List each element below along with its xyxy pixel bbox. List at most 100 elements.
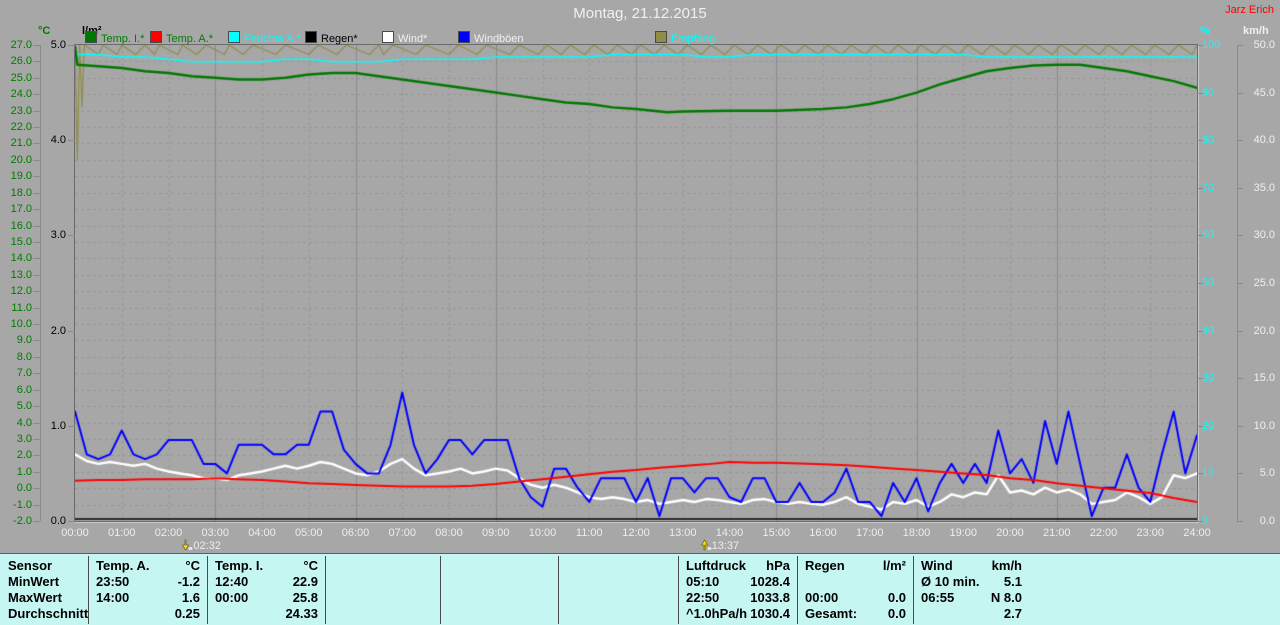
x-axis-label: 13:00 bbox=[665, 527, 701, 539]
table-cell-time: 00:00 bbox=[215, 590, 248, 605]
table-row-label: MaxWert bbox=[8, 590, 62, 605]
x-axis-label: 22:00 bbox=[1086, 527, 1122, 539]
table-cell-time: 00:00 bbox=[805, 590, 838, 605]
axis-tick bbox=[33, 406, 40, 407]
celsius-axis-label: 18.0 bbox=[2, 187, 32, 199]
celsius-axis-label: 17.0 bbox=[2, 203, 32, 215]
table-cell-time: 23:50 bbox=[96, 574, 129, 589]
x-axis-label: 24:00 bbox=[1179, 527, 1215, 539]
celsius-axis-label: 1.0 bbox=[2, 466, 32, 478]
windspeed-axis-label: 20.0 bbox=[1245, 325, 1275, 337]
axis-tick bbox=[1197, 378, 1203, 379]
table-cell-value: 24.33 bbox=[248, 606, 318, 621]
axis-tick bbox=[68, 235, 75, 236]
x-axis-label: 11:00 bbox=[571, 527, 607, 539]
x-axis-label: 16:00 bbox=[805, 527, 841, 539]
x-axis-label: 14:00 bbox=[712, 527, 748, 539]
x-axis-label: 04:00 bbox=[244, 527, 280, 539]
x-axis-label: 05:00 bbox=[291, 527, 327, 539]
axis-tick bbox=[33, 226, 40, 227]
axis-tick bbox=[1237, 521, 1243, 522]
table-col-unit: °C bbox=[130, 558, 200, 573]
x-axis-label: 15:00 bbox=[758, 527, 794, 539]
table-cell-value: 25.8 bbox=[248, 590, 318, 605]
table-col-unit: °C bbox=[248, 558, 318, 573]
axis-tick bbox=[33, 176, 40, 177]
legend-label: Temp. A.* bbox=[166, 33, 213, 45]
x-axis-label: 21:00 bbox=[1039, 527, 1075, 539]
table-col-unit: l/m² bbox=[836, 558, 906, 573]
x-axis-label: 07:00 bbox=[384, 527, 420, 539]
legend-item-2: Temp. A.* bbox=[150, 31, 213, 43]
axis-tick bbox=[1197, 140, 1203, 141]
axis-tick bbox=[33, 111, 40, 112]
legend-swatch-icon bbox=[305, 31, 317, 43]
legend-swatch-icon bbox=[150, 31, 162, 43]
axis-tick bbox=[33, 308, 40, 309]
humidity-axis-label: 50 bbox=[1202, 277, 1228, 289]
humidity-axis-label: 60 bbox=[1202, 229, 1228, 241]
axis-tick bbox=[33, 373, 40, 374]
table-column-divider bbox=[88, 556, 89, 624]
table-row-label: MinWert bbox=[8, 574, 59, 589]
celsius-axis-label: 26.0 bbox=[2, 55, 32, 67]
celsius-axis-label: 8.0 bbox=[2, 351, 32, 363]
table-column-divider bbox=[207, 556, 208, 624]
marker-arrow-up-icon bbox=[700, 539, 712, 551]
table-column-divider bbox=[325, 556, 326, 624]
windspeed-axis-label: 35.0 bbox=[1245, 182, 1275, 194]
celsius-axis-label: 19.0 bbox=[2, 170, 32, 182]
axis-tick bbox=[68, 426, 75, 427]
windspeed-axis-label: 40.0 bbox=[1245, 134, 1275, 146]
axis-tick bbox=[1197, 188, 1203, 189]
x-axis-label: 23:00 bbox=[1132, 527, 1168, 539]
axis-tick bbox=[1197, 45, 1203, 46]
weather-chart-canvas[interactable] bbox=[74, 44, 1198, 522]
celsius-axis-label: 25.0 bbox=[2, 72, 32, 84]
table-cell-value: 0.25 bbox=[130, 606, 200, 621]
axis-tick bbox=[33, 390, 40, 391]
axis-tick bbox=[68, 331, 75, 332]
wind-axis-header: km/h bbox=[1243, 25, 1269, 37]
table-col-unit: hPa bbox=[720, 558, 790, 573]
summary-table: SensorMinWertMaxWertDurchschnittTemp. A.… bbox=[0, 553, 1280, 625]
celsius-axis-label: 2.0 bbox=[2, 449, 32, 461]
windspeed-axis-label: 45.0 bbox=[1245, 87, 1275, 99]
celsius-axis-label: 4.0 bbox=[2, 417, 32, 429]
celsius-axis-label: 20.0 bbox=[2, 154, 32, 166]
windspeed-axis-label: 50.0 bbox=[1245, 39, 1275, 51]
celsius-axis-label: 13.0 bbox=[2, 269, 32, 281]
axis-tick bbox=[1197, 331, 1203, 332]
table-cell-value: 5.1 bbox=[952, 574, 1022, 589]
axis-tick bbox=[33, 94, 40, 95]
x-axis-label: 20:00 bbox=[992, 527, 1028, 539]
axis-tick bbox=[33, 455, 40, 456]
legend-swatch-icon bbox=[228, 31, 240, 43]
humidity-axis-label: 100 bbox=[1202, 39, 1228, 51]
humidity-axis-label: 40 bbox=[1202, 325, 1228, 337]
table-cell-time: 05:10 bbox=[686, 574, 719, 589]
table-cell-time: 06:55 bbox=[921, 590, 954, 605]
axis-tick bbox=[68, 140, 75, 141]
legend-label: Wind* bbox=[398, 33, 427, 45]
windspeed-axis-label: 30.0 bbox=[1245, 229, 1275, 241]
axis-tick bbox=[1197, 521, 1203, 522]
celsius-axis-label: 21.0 bbox=[2, 137, 32, 149]
table-row-label: Sensor bbox=[8, 558, 52, 573]
marker-arrow-down-icon bbox=[181, 539, 193, 551]
axis-tick bbox=[33, 61, 40, 62]
humidity-axis-label: 90 bbox=[1202, 87, 1228, 99]
table-cell-value: 22.9 bbox=[248, 574, 318, 589]
x-axis-label: 03:00 bbox=[197, 527, 233, 539]
legend-item-3: Feuchte A.* bbox=[228, 31, 301, 43]
axis-tick bbox=[1197, 283, 1203, 284]
table-column-divider bbox=[797, 556, 798, 624]
weather-app-window: Montag, 21.12.2015 Jarz Erich °C l/m² % … bbox=[0, 0, 1280, 625]
humidity-axis-label: 80 bbox=[1202, 134, 1228, 146]
axis-tick bbox=[33, 357, 40, 358]
axis-tick bbox=[33, 209, 40, 210]
axis-tick bbox=[33, 439, 40, 440]
celsius-axis-label: 7.0 bbox=[2, 367, 32, 379]
time-marker-label: 02:32 bbox=[193, 540, 221, 552]
page-title: Montag, 21.12.2015 bbox=[0, 5, 1280, 22]
